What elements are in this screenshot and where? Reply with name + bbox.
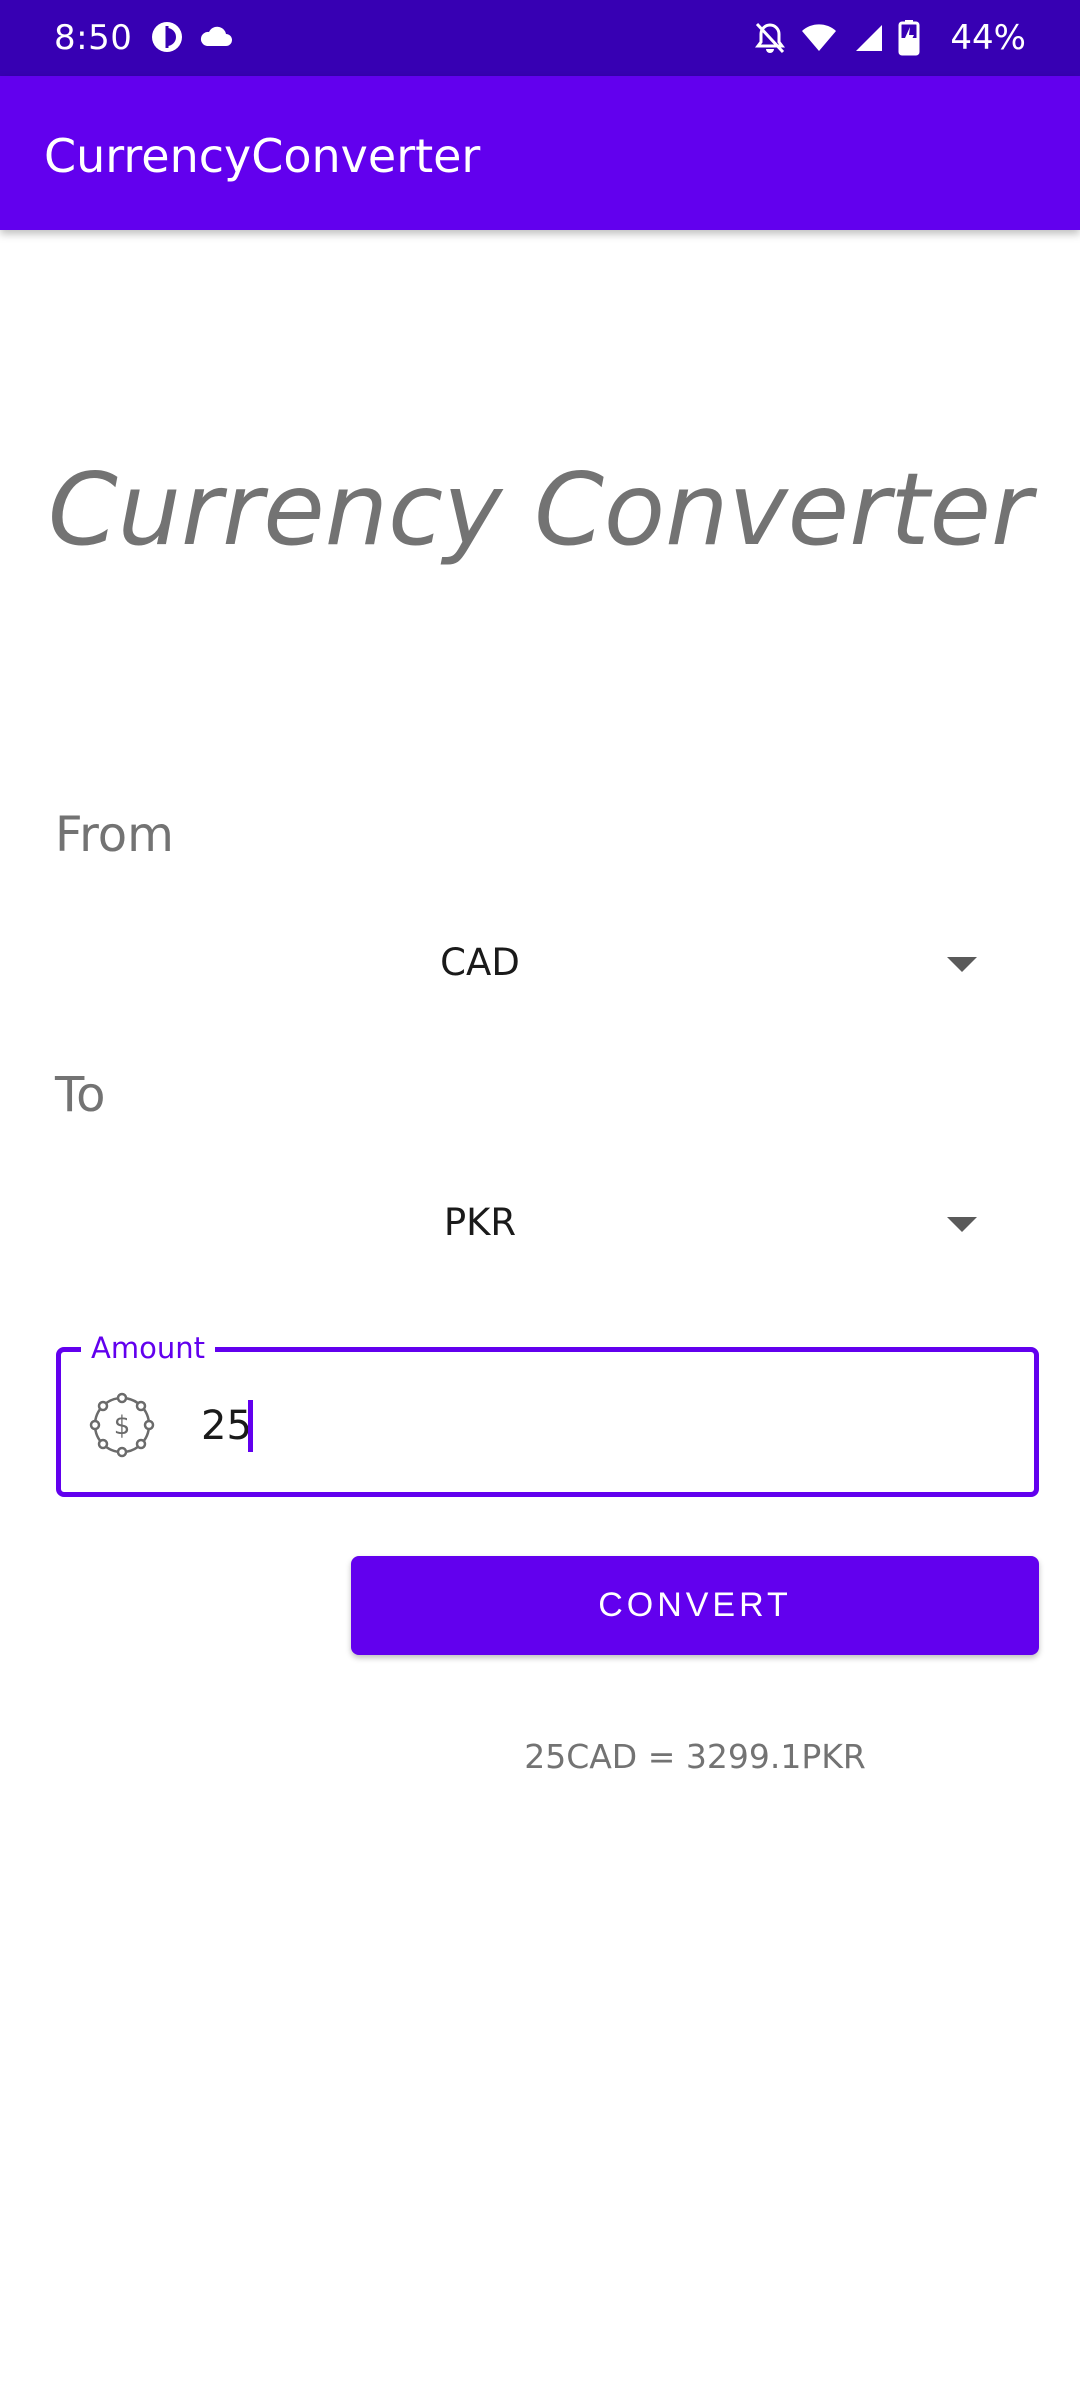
from-label: From <box>55 807 174 863</box>
to-currency-value: PKR <box>443 1201 517 1244</box>
svg-text:$: $ <box>114 1411 131 1441</box>
status-bar: 8:50 44% <box>0 0 1080 76</box>
dropdown-arrow-icon <box>947 957 977 972</box>
status-right-icons <box>754 20 920 60</box>
dropdown-arrow-icon <box>947 1217 977 1232</box>
wifi-icon <box>800 21 838 59</box>
status-time: 8:50 <box>54 18 133 58</box>
app-screen: 8:50 44% CurrencyConverter Currency Conv… <box>0 0 1080 2400</box>
from-currency-spinner[interactable]: CAD <box>55 910 1025 1020</box>
amount-label: Amount <box>81 1330 215 1366</box>
app-notification-icon <box>150 20 184 58</box>
signal-icon <box>852 21 884 59</box>
to-label: To <box>55 1067 106 1123</box>
notifications-off-icon <box>754 21 786 59</box>
amount-input[interactable]: Amount $ 25 <box>56 1330 1039 1497</box>
status-left-icons <box>150 20 234 58</box>
app-bar: CurrencyConverter <box>0 76 1080 230</box>
text-cursor <box>248 1400 253 1452</box>
dollar-badge-icon: $ <box>89 1392 155 1458</box>
app-bar-title: CurrencyConverter <box>44 129 481 183</box>
battery-charging-icon <box>898 20 920 60</box>
to-currency-spinner[interactable]: PKR <box>55 1170 1025 1280</box>
page-title: Currency Converter <box>47 451 1033 568</box>
conversion-result: 25CAD = 3299.1PKR <box>524 1737 866 1776</box>
convert-button[interactable]: CONVERT <box>351 1556 1039 1655</box>
amount-value: 25 <box>201 1403 252 1449</box>
from-currency-value: CAD <box>440 941 520 984</box>
cloud-icon <box>198 20 234 58</box>
battery-percent: 44% <box>950 18 1026 58</box>
